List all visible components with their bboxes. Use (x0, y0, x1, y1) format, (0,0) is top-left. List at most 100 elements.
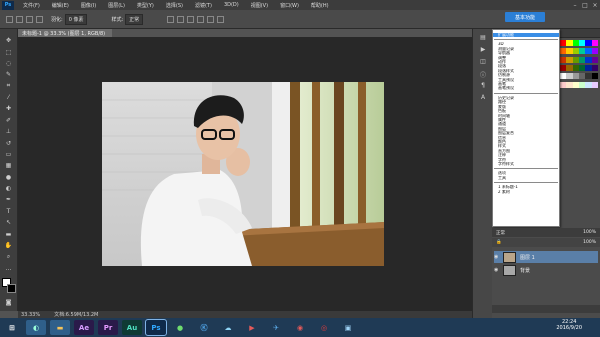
menu-file[interactable]: 文件(F) (17, 2, 46, 9)
healing-brush-icon[interactable]: ✚ (4, 105, 14, 112)
history-brush-icon[interactable]: ↺ (4, 140, 14, 147)
distribute-h-icon[interactable] (207, 15, 215, 23)
menu-image[interactable]: 图像(I) (75, 2, 102, 9)
browser-icon[interactable]: ◐ (26, 320, 46, 335)
menu-window[interactable]: 窗口(W) (274, 2, 305, 9)
marquee-tool-icon[interactable] (6, 15, 13, 23)
path-select-icon[interactable]: ↖ (4, 219, 14, 226)
maximize-icon[interactable]: □ (580, 1, 590, 9)
file-explorer-icon[interactable]: ▬ (50, 320, 70, 335)
style-select[interactable]: 正常 (125, 13, 144, 25)
subtract-selection-icon[interactable] (36, 15, 43, 23)
lock-icon[interactable]: 🔒 (496, 240, 502, 245)
background-color[interactable] (6, 283, 16, 293)
hand-tool-icon[interactable]: ✋ (4, 242, 14, 249)
visibility-eye-icon[interactable]: ◉ (494, 267, 500, 273)
menu-filter[interactable]: 滤镜(T) (189, 2, 218, 9)
menu-view[interactable]: 视图(V) (245, 2, 274, 9)
taskbar-app-pr[interactable]: Pr (98, 320, 118, 335)
color-swatch[interactable] (591, 40, 598, 46)
app-k-icon[interactable]: Ⓚ (194, 320, 214, 335)
workspace-button[interactable]: 基本功能 (505, 12, 545, 22)
layer-row[interactable]: ◉ 背景 (494, 264, 598, 276)
start-button-icon[interactable]: ⊞ (2, 320, 22, 335)
color-swatch[interactable] (591, 56, 598, 63)
brush-tool-icon[interactable]: ✐ (4, 117, 14, 124)
app-green-icon[interactable]: ● (170, 320, 190, 335)
blur-icon[interactable]: ● (4, 174, 14, 181)
color-swatch[interactable] (591, 48, 598, 55)
canvas-photo[interactable] (102, 82, 384, 266)
color-swatch[interactable] (591, 64, 598, 71)
move-tool-icon[interactable]: ✥ (4, 37, 14, 44)
document-tab[interactable]: 未标题-1 @ 33.3% (图层 1, RGB/8) (18, 29, 112, 37)
app-cloud-icon[interactable]: ☁ (218, 320, 238, 335)
color-swatch[interactable] (591, 81, 598, 88)
layer-name[interactable]: 背景 (520, 267, 530, 274)
distribute-v-icon[interactable] (217, 15, 225, 23)
gradient-icon[interactable]: ▦ (4, 162, 14, 169)
system-clock[interactable]: 22:24 2016/9/20 (556, 319, 582, 331)
feather-input[interactable]: 0 像素 (64, 13, 88, 25)
quick-select-icon[interactable]: ✎ (4, 71, 14, 78)
lasso-tool-icon[interactable]: ◌ (4, 60, 14, 67)
marquee-tool-icon[interactable]: ⬚ (4, 49, 14, 56)
edit-toolbar-icon[interactable]: … (4, 265, 14, 272)
window-menu-item[interactable]: 工具 (493, 176, 559, 180)
actions-panel-icon[interactable]: ▶ (478, 46, 488, 53)
app-window-icon[interactable]: ▣ (338, 320, 358, 335)
distribute-icon[interactable] (197, 15, 205, 23)
taskbar-app-ps[interactable]: Ps (145, 319, 167, 336)
app-red-icon[interactable]: ◉ (290, 320, 310, 335)
pen-tool-icon[interactable]: ✒ (4, 196, 14, 203)
history-panel-icon[interactable]: ▤ (478, 34, 488, 41)
visibility-eye-icon[interactable]: ◉ (494, 254, 500, 260)
zoom-tool-icon[interactable]: ⌕ (4, 253, 14, 260)
window-menu-item[interactable]: 2 素材 (493, 190, 559, 194)
crop-tool-icon[interactable]: ⌗ (4, 82, 14, 90)
menu-help[interactable]: 帮助(H) (305, 2, 335, 9)
media-player-icon[interactable]: ▶ (242, 320, 262, 335)
align-icon[interactable] (167, 15, 175, 23)
opacity-value[interactable]: 100% (583, 230, 596, 235)
properties-panel-icon[interactable]: ◫ (478, 58, 488, 65)
document-info[interactable]: 文档:6.59M/13.2M (54, 311, 98, 318)
info-panel-icon[interactable]: ⓘ (478, 70, 488, 79)
zoom-level[interactable]: 33.33% (21, 312, 40, 318)
taskbar-app-ae[interactable]: Ae (74, 320, 94, 335)
type-tool-icon[interactable]: T (4, 208, 14, 215)
new-selection-icon[interactable] (16, 15, 23, 23)
menu-bar: Ps 文件(F) 编辑(E) 图像(I) 图层(L) 类型(Y) 选择(S) 滤… (0, 0, 600, 10)
paragraph-panel-icon[interactable]: ¶ (478, 82, 488, 89)
align-right-icon[interactable] (187, 15, 195, 23)
menu-item-extensions[interactable]: 扩展功能 (493, 33, 559, 38)
layer-name[interactable]: 图层 1 (520, 254, 535, 261)
align-center-icon[interactable] (177, 15, 185, 23)
color-swatches[interactable] (1, 277, 16, 293)
menu-select[interactable]: 选择(S) (160, 2, 189, 9)
menu-edit[interactable]: 编辑(E) (46, 2, 75, 9)
taskbar-app-au[interactable]: Au (122, 320, 142, 335)
fill-value[interactable]: 100% (583, 240, 596, 245)
eyedropper-icon[interactable]: ⁄ (4, 94, 14, 101)
layer-row[interactable]: ◉ 图层 1 (494, 251, 598, 263)
close-icon[interactable]: × (590, 1, 600, 9)
dodge-icon[interactable]: ◐ (4, 185, 14, 192)
window-menu-item[interactable]: 字符样式 (493, 162, 559, 166)
app-bird-icon[interactable]: ✈ (266, 320, 286, 335)
swatches-grid[interactable] (560, 40, 598, 90)
shape-tool-icon[interactable]: ▬ (4, 231, 14, 238)
menu-3d[interactable]: 3D(D) (218, 2, 245, 8)
menu-type[interactable]: 类型(Y) (131, 2, 160, 9)
netease-music-icon[interactable]: ◎ (314, 320, 334, 335)
window-menu-item[interactable]: 画笔预设 (493, 86, 559, 90)
color-swatch[interactable] (591, 73, 598, 80)
add-selection-icon[interactable] (26, 15, 33, 23)
blend-mode-select[interactable]: 正常 (496, 230, 505, 236)
menu-layer[interactable]: 图层(L) (102, 2, 131, 9)
minimize-icon[interactable]: – (570, 1, 580, 9)
character-panel-icon[interactable]: A (478, 94, 488, 101)
clone-stamp-icon[interactable]: ⊥ (4, 128, 14, 135)
eraser-icon[interactable]: ▭ (4, 151, 14, 158)
quick-mask-icon[interactable]: ◙ (4, 299, 14, 306)
